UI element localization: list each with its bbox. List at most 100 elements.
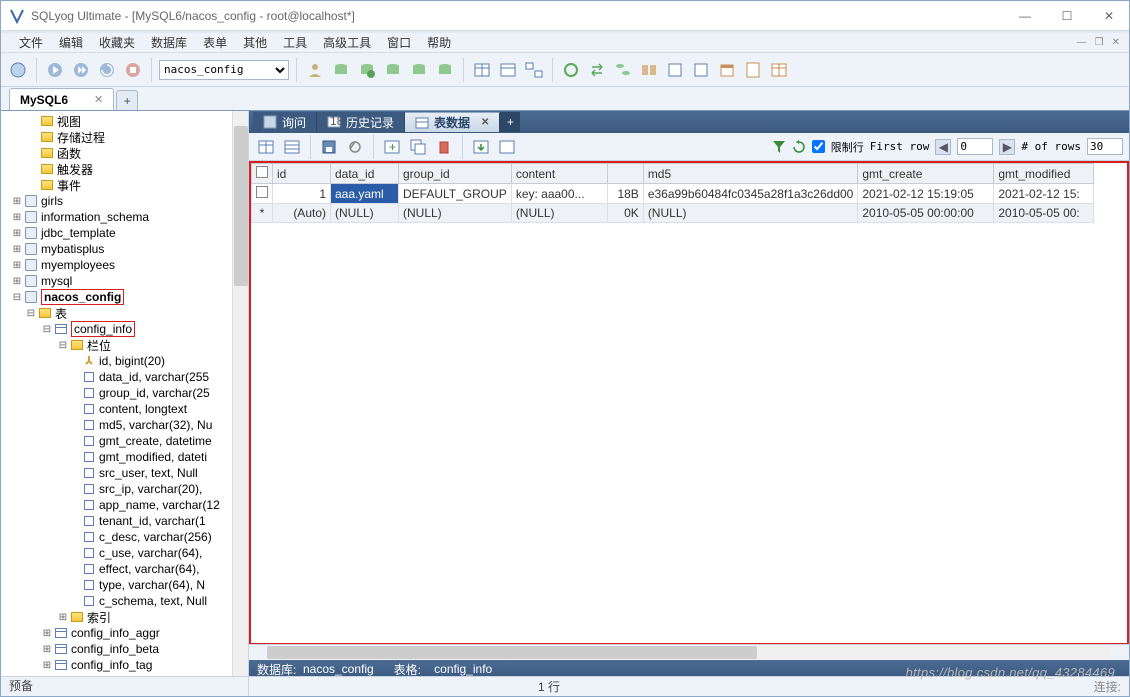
data-grid[interactable]: id data_id group_id content md5 gmt_crea…	[249, 161, 1129, 644]
connection-tab-mysql6[interactable]: MySQL6 ✕	[9, 88, 114, 110]
insert-row-icon[interactable]: +	[381, 136, 403, 158]
db-import-icon[interactable]	[408, 59, 430, 81]
stop-icon[interactable]	[122, 59, 144, 81]
menu-file[interactable]: 文件	[11, 34, 51, 51]
connection-tab-close-icon[interactable]: ✕	[94, 93, 103, 106]
grid-orange-icon[interactable]	[768, 59, 790, 81]
copy-grid-icon[interactable]	[496, 136, 518, 158]
tree-db[interactable]: ⊞information_schema	[1, 209, 248, 225]
tree-tables-folder[interactable]: ⊟表	[1, 305, 248, 321]
db-export-icon[interactable]	[382, 59, 404, 81]
next-page-icon[interactable]: ▶	[999, 139, 1015, 155]
schedule-icon[interactable]	[716, 59, 738, 81]
tree-table[interactable]: ⊞config_info_beta	[1, 641, 248, 657]
col-content[interactable]: content	[511, 164, 607, 184]
connection-tab-add[interactable]: +	[116, 90, 138, 110]
mdi-restore-icon[interactable]: ❐	[1092, 37, 1107, 48]
tree-column[interactable]: group_id, varchar(25	[1, 385, 248, 401]
tree-table-active[interactable]: ⊟config_info	[1, 321, 248, 337]
tree-table[interactable]: ⊞config_info_aggr	[1, 625, 248, 641]
sync-green-icon[interactable]	[560, 59, 582, 81]
cancel-icon[interactable]	[344, 136, 366, 158]
delete-row-icon[interactable]	[433, 136, 455, 158]
tree-folder[interactable]: 函数	[1, 145, 248, 161]
grid-h-scrollbar[interactable]	[249, 644, 1129, 660]
table-relation-icon[interactable]	[523, 59, 545, 81]
limit-rows-checkbox[interactable]	[812, 140, 825, 153]
tree-column[interactable]: content, longtext	[1, 401, 248, 417]
tree-column[interactable]: data_id, varchar(255	[1, 369, 248, 385]
rows-input[interactable]	[1087, 138, 1123, 155]
col-content-size[interactable]	[607, 164, 643, 184]
save-icon[interactable]	[318, 136, 340, 158]
tree-column[interactable]: md5, varchar(32), Nu	[1, 417, 248, 433]
tree-column[interactable]: c_desc, varchar(256)	[1, 529, 248, 545]
tree-folder[interactable]: 存储过程	[1, 129, 248, 145]
tree-column[interactable]: src_ip, varchar(20),	[1, 481, 248, 497]
tab-close-icon[interactable]: ✕	[481, 117, 489, 128]
row-header[interactable]	[252, 164, 273, 184]
user-icon[interactable]	[304, 59, 326, 81]
sync-compare-icon[interactable]	[638, 59, 660, 81]
table-row[interactable]: 1 aaa.yaml DEFAULT_GROUP key: aaa00... 1…	[252, 184, 1094, 204]
export-icon[interactable]	[690, 59, 712, 81]
db-green-icon[interactable]	[330, 59, 352, 81]
tree-column[interactable]: tenant_id, varchar(1	[1, 513, 248, 529]
refresh-grid-icon[interactable]	[792, 140, 806, 154]
first-row-input[interactable]	[957, 138, 993, 155]
menu-tools[interactable]: 工具	[275, 34, 315, 51]
tab-table-data[interactable]: 表数据✕	[405, 112, 500, 132]
tree-db[interactable]: ⊞mybatisplus	[1, 241, 248, 257]
tab-query[interactable]: 询问	[253, 112, 317, 132]
table-icon[interactable]	[471, 59, 493, 81]
tree-column[interactable]: app_name, varchar(12	[1, 497, 248, 513]
col-id[interactable]: id	[273, 164, 331, 184]
grid-view-icon[interactable]	[255, 136, 277, 158]
menu-advanced[interactable]: 高级工具	[315, 34, 379, 51]
duplicate-row-icon[interactable]	[407, 136, 429, 158]
tree-column[interactable]: c_schema, text, Null	[1, 593, 248, 609]
mdi-close-icon[interactable]: ✕	[1109, 37, 1123, 48]
tree-column[interactable]: gmt_modified, dateti	[1, 449, 248, 465]
tree-columns-folder[interactable]: ⊟栏位	[1, 337, 248, 353]
menu-other[interactable]: 其他	[235, 34, 275, 51]
form-view-icon[interactable]	[281, 136, 303, 158]
report-icon[interactable]	[742, 59, 764, 81]
sync-db-icon[interactable]	[612, 59, 634, 81]
table-edit-icon[interactable]	[497, 59, 519, 81]
col-data-id[interactable]: data_id	[331, 164, 399, 184]
tree-column[interactable]: src_user, text, Null	[1, 465, 248, 481]
tree-db[interactable]: ⊞myemployees	[1, 257, 248, 273]
col-md5[interactable]: md5	[643, 164, 858, 184]
tree-folder[interactable]: 触发器	[1, 161, 248, 177]
col-gmt-create[interactable]: gmt_create	[858, 164, 994, 184]
tab-history[interactable]: 18历史记录	[317, 112, 405, 132]
db-sync-icon[interactable]	[356, 59, 378, 81]
tree-column[interactable]: gmt_create, datetime	[1, 433, 248, 449]
maximize-button[interactable]: ☐	[1055, 9, 1079, 23]
menu-database[interactable]: 数据库	[143, 34, 195, 51]
tree-column[interactable]: c_use, varchar(64),	[1, 545, 248, 561]
refresh-icon[interactable]	[96, 59, 118, 81]
tree-column[interactable]: id, bigint(20)	[1, 353, 248, 369]
menu-edit[interactable]: 编辑	[51, 34, 91, 51]
menu-help[interactable]: 帮助	[419, 34, 459, 51]
table-row[interactable]: * (Auto) (NULL) (NULL) (NULL) 0K (NULL) …	[252, 204, 1094, 223]
tree-db[interactable]: ⊞jdbc_template	[1, 225, 248, 241]
filter-icon[interactable]	[772, 140, 786, 154]
tree-db[interactable]: ⊞mysql	[1, 273, 248, 289]
minimize-button[interactable]: —	[1013, 9, 1037, 23]
sync-arrow-icon[interactable]	[586, 59, 608, 81]
col-gmt-modified[interactable]: gmt_modified	[994, 164, 1094, 184]
col-group-id[interactable]: group_id	[399, 164, 512, 184]
database-select[interactable]: nacos_config	[159, 60, 289, 80]
tree-db-active[interactable]: ⊟nacos_config	[1, 289, 248, 305]
import-icon[interactable]	[664, 59, 686, 81]
tree-index-folder[interactable]: ⊞索引	[1, 609, 248, 625]
mdi-minimize-icon[interactable]: —	[1074, 37, 1090, 48]
tree-db[interactable]: ⊞girls	[1, 193, 248, 209]
menu-favorites[interactable]: 收藏夹	[91, 34, 143, 51]
tree-folder[interactable]: 事件	[1, 177, 248, 193]
prev-page-icon[interactable]: ◀	[935, 139, 951, 155]
export-grid-icon[interactable]	[470, 136, 492, 158]
